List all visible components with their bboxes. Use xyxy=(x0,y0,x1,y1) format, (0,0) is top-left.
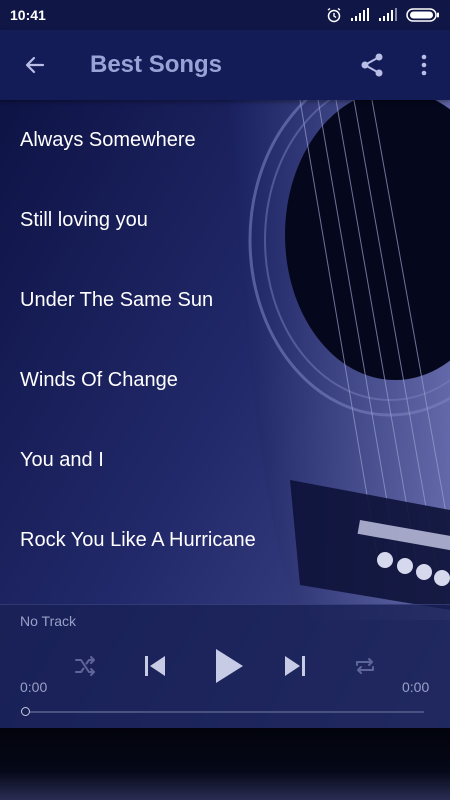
back-button[interactable] xyxy=(0,30,70,100)
song-list: Always Somewhere Still loving you Under … xyxy=(0,100,450,580)
arrow-back-icon xyxy=(25,56,45,74)
song-title: Winds Of Change xyxy=(20,368,178,391)
song-item[interactable]: Rock You Like A Hurricane xyxy=(0,500,450,580)
song-title: Still loving you xyxy=(20,208,148,231)
bottom-background-strip xyxy=(0,728,450,800)
music-player-panel: No Track 0:00 0:00 xyxy=(0,604,450,729)
song-item[interactable]: Under The Same Sun xyxy=(0,260,450,340)
next-button[interactable] xyxy=(278,649,312,683)
battery-icon xyxy=(406,8,439,22)
status-bar: 10:41 xyxy=(0,0,450,30)
more-vert-icon xyxy=(421,54,427,76)
signal-icon xyxy=(379,8,397,21)
seek-thumb[interactable] xyxy=(21,707,30,716)
alarm-icon xyxy=(327,7,341,23)
repeat-icon xyxy=(356,658,374,674)
current-track-name: No Track xyxy=(20,613,77,629)
shuffle-button[interactable] xyxy=(70,651,100,681)
play-button[interactable] xyxy=(208,645,250,687)
song-item[interactable]: Always Somewhere xyxy=(0,100,450,180)
skip-next-icon xyxy=(285,656,305,676)
song-item[interactable]: Winds Of Change xyxy=(0,340,450,420)
more-options-button[interactable] xyxy=(398,30,450,100)
share-icon xyxy=(361,53,383,77)
signal-icon xyxy=(351,8,369,21)
song-item[interactable]: You and I xyxy=(0,420,450,500)
song-item[interactable]: Still loving you xyxy=(0,180,450,260)
song-title: Under The Same Sun xyxy=(20,288,214,311)
skip-previous-icon xyxy=(145,656,165,676)
seek-bar[interactable] xyxy=(26,711,424,713)
shuffle-icon xyxy=(75,656,95,676)
song-title: You and I xyxy=(20,448,104,471)
total-duration: 0:00 xyxy=(402,679,430,695)
play-icon xyxy=(216,649,243,683)
elapsed-time: 0:00 xyxy=(20,679,48,695)
app-bar: Best Songs xyxy=(0,30,450,100)
previous-button[interactable] xyxy=(138,649,172,683)
share-button[interactable] xyxy=(346,30,398,100)
repeat-button[interactable] xyxy=(350,651,380,681)
song-title: Rock You Like A Hurricane xyxy=(20,528,256,551)
song-title: Always Somewhere xyxy=(20,128,196,151)
status-icons xyxy=(326,7,440,23)
page-title: Best Songs xyxy=(90,51,223,78)
status-time: 10:41 xyxy=(10,7,46,23)
